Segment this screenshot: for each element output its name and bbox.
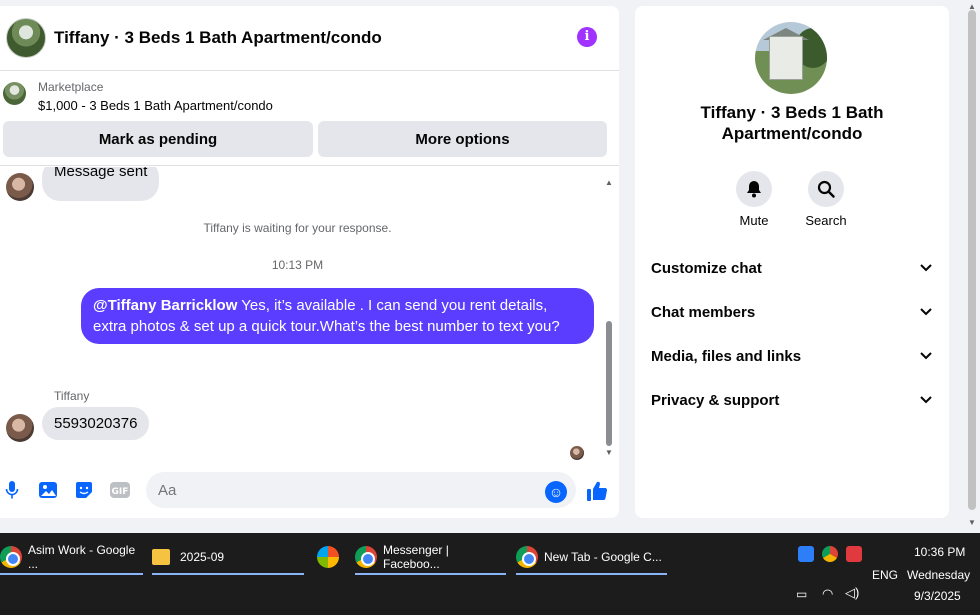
mute-action[interactable]: Mute [724, 171, 784, 228]
taskbar-item-new-tab[interactable]: New Tab - Google C... [516, 541, 667, 575]
windows-taskbar: Asim Work - Google ... 2025-09 Messenger… [0, 533, 980, 615]
bell-icon[interactable] [736, 171, 772, 207]
chat-header: Tiffany · 3 Beds 1 Bath Apartment/condo … [0, 6, 619, 71]
taskbar-item-photos[interactable] [317, 541, 341, 573]
message-bubble-outgoing[interactable]: @Tiffany Barricklow Yes, it’s available … [81, 288, 594, 344]
message-timestamp: 10:13 PM [271, 258, 324, 272]
conversation-info-panel: Tiffany · 3 Beds 1 Bath Apartment/condo … [635, 6, 949, 518]
chat-title[interactable]: Tiffany · 3 Beds 1 Bath Apartment/condo [54, 28, 382, 48]
mute-label: Mute [739, 213, 769, 228]
message-bubble-incoming[interactable]: Message sent [42, 167, 160, 201]
wifi-icon[interactable]: ◠ [822, 586, 833, 602]
message-composer: GIF ☺ [0, 469, 619, 509]
seen-indicator-avatar [570, 446, 584, 460]
taskbar-item-label: New Tab - Google C... [544, 550, 662, 564]
tray-record-icon[interactable] [846, 546, 862, 562]
listing-title[interactable]: $1,000 - 3 Beds 1 Bath Apartment/condo [38, 98, 273, 113]
tray-app-icon[interactable] [798, 546, 814, 562]
marketplace-banner: Marketplace $1,000 - 3 Beds 1 Bath Apart… [0, 71, 619, 166]
taskbar-item-label: Asim Work - Google ... [28, 543, 136, 571]
chat-panel: Tiffany · 3 Beds 1 Bath Apartment/condo … [0, 6, 619, 518]
svg-text:GIF: GIF [112, 487, 129, 497]
listing-thumbnail[interactable] [3, 82, 26, 105]
contact-profile-photo[interactable] [755, 22, 827, 94]
section-label: Media, files and links [651, 347, 802, 365]
section-label: Customize chat [651, 259, 762, 277]
mark-as-pending-button[interactable]: Mark as pending [3, 121, 313, 157]
battery-icon[interactable]: ▭ [796, 587, 807, 601]
taskbar-item-messenger[interactable]: Messenger | Faceboo... [355, 541, 506, 575]
contact-avatar[interactable] [6, 18, 46, 58]
chrome-icon [516, 546, 538, 568]
chrome-icon [0, 546, 22, 568]
chevron-down-icon[interactable] [919, 261, 933, 275]
tray-chrome-icon[interactable] [822, 546, 838, 562]
scroll-thumb[interactable] [606, 321, 612, 446]
photo-house [769, 36, 803, 80]
info-icon[interactable]: i [577, 27, 597, 47]
scroll-up-arrow-icon[interactable]: ▲ [605, 178, 613, 187]
microphone-icon[interactable] [1, 479, 23, 501]
mention[interactable]: @Tiffany Barricklow [93, 297, 237, 314]
section-customize-chat[interactable]: Customize chat [651, 256, 933, 280]
section-media-files-links[interactable]: Media, files and links [651, 344, 933, 368]
contact-name: Tiffany · 3 Beds 1 Bath Apartment/condo [700, 103, 884, 143]
chevron-down-icon[interactable] [919, 393, 933, 407]
taskbar-item-label: 2025-09 [180, 550, 225, 564]
section-privacy-support[interactable]: Privacy & support [651, 388, 933, 412]
active-indicator [152, 573, 304, 575]
system-note: Tiffany is waiting for your response. [203, 221, 392, 235]
clock-date[interactable]: 9/3/2025 [914, 589, 961, 603]
volume-icon[interactable]: ◁) [845, 585, 859, 601]
active-indicator [355, 573, 506, 575]
clock-day[interactable]: Wednesday [907, 568, 970, 582]
section-chat-members[interactable]: Chat members [651, 300, 933, 324]
photos-app-icon [317, 546, 339, 568]
message-list: Message sent Tiffany is waiting for your… [0, 167, 619, 467]
marketplace-label: Marketplace [38, 80, 104, 94]
language-indicator[interactable]: ENG [872, 568, 898, 582]
scroll-down-arrow-icon[interactable]: ▼ [968, 518, 976, 527]
active-indicator [516, 573, 667, 575]
search-icon[interactable] [808, 171, 844, 207]
gif-icon[interactable]: GIF [109, 479, 131, 501]
clock-time[interactable]: 10:36 PM [914, 545, 965, 559]
page-scroll-thumb[interactable] [968, 10, 976, 510]
chevron-down-icon[interactable] [919, 349, 933, 363]
thumbs-up-icon[interactable] [586, 480, 608, 508]
more-options-button[interactable]: More options [318, 121, 607, 157]
taskbar-item-asim-work[interactable]: Asim Work - Google ... [0, 541, 143, 575]
message-input[interactable] [146, 472, 576, 508]
message-scrollbar[interactable]: ▲ ▼ [603, 176, 615, 461]
chevron-down-icon[interactable] [919, 305, 933, 319]
search-label: Search [805, 213, 847, 228]
image-icon[interactable] [37, 479, 59, 501]
sticker-icon[interactable] [73, 479, 95, 501]
active-indicator [0, 573, 143, 575]
section-label: Privacy & support [651, 391, 780, 409]
search-action[interactable]: Search [796, 171, 856, 228]
page-scrollbar[interactable]: ▲ ▼ [964, 0, 980, 533]
scroll-down-arrow-icon[interactable]: ▼ [605, 448, 613, 457]
taskbar-item-label: Messenger | Faceboo... [383, 543, 449, 571]
folder-icon [152, 549, 170, 565]
contact-avatar-small[interactable] [6, 414, 34, 442]
emoji-icon[interactable]: ☺ [545, 481, 567, 503]
chrome-icon [355, 546, 377, 568]
sender-name: Tiffany [54, 389, 90, 403]
section-label: Chat members [651, 303, 756, 321]
taskbar-item-folder[interactable]: 2025-09 [152, 541, 304, 575]
contact-avatar-small[interactable] [6, 173, 34, 201]
message-bubble-incoming[interactable]: 5593020376 [42, 407, 150, 440]
